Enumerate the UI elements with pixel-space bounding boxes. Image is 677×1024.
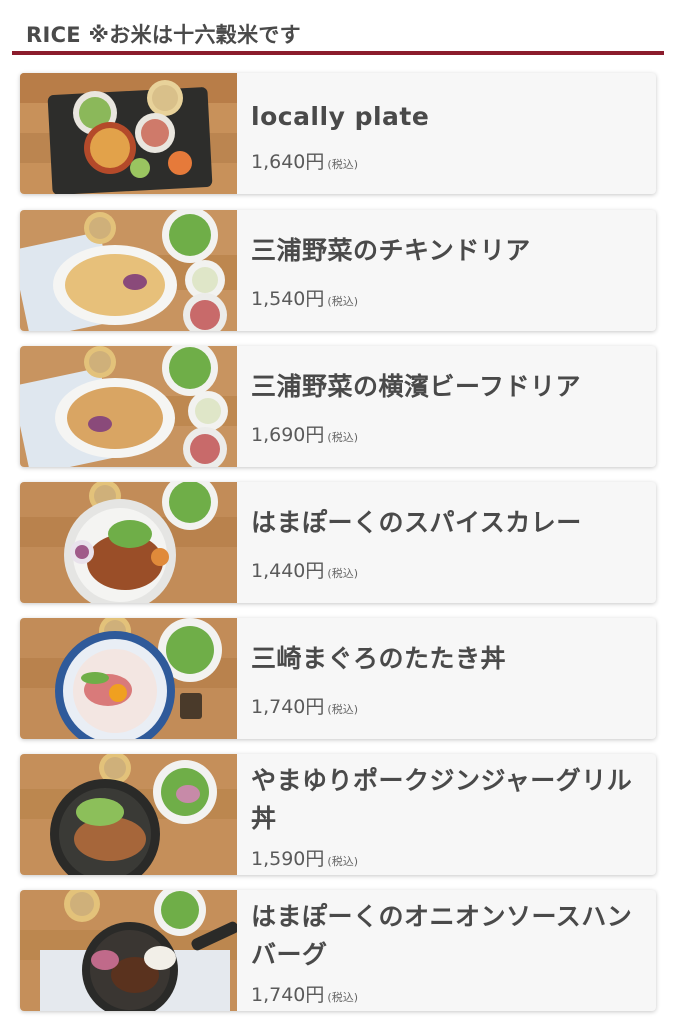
tax-included-label: (税込) — [327, 855, 358, 868]
menu-item-name[interactable]: やまゆりポークジンジャーグリル丼 — [251, 762, 644, 838]
menu-item-name[interactable]: 三崎まぐろのたたき丼 — [251, 640, 644, 678]
menu-item-card[interactable]: 三浦野菜のチキンドリア 1,540円 (税込) — [20, 210, 656, 331]
menu-item-card[interactable]: 三崎まぐろのたたき丼 1,740円 (税込) — [20, 618, 656, 739]
menu-item-price-row: 1,540円 (税込) — [251, 284, 358, 311]
chicken-doria-photo[interactable] — [20, 210, 237, 331]
menu-item-card[interactable]: locally plate 1,640円 (税込) — [20, 73, 656, 194]
tax-included-label: (税込) — [327, 567, 358, 580]
tax-included-label: (税込) — [327, 991, 358, 1004]
menu-item-card[interactable]: やまゆりポークジンジャーグリル丼 1,590円 (税込) — [20, 754, 656, 875]
menu-item-price: 1,440円 — [251, 560, 325, 582]
tax-included-label: (税込) — [327, 431, 358, 444]
menu-item-price: 1,640円 — [251, 151, 325, 173]
spice-curry-photo[interactable] — [20, 482, 237, 603]
pork-ginger-bowl-photo[interactable] — [20, 754, 237, 875]
menu-item-name[interactable]: 三浦野菜のチキンドリア — [251, 232, 644, 270]
menu-item-name[interactable]: はまぽーくのスパイスカレー — [251, 504, 644, 542]
menu-item-price-row: 1,440円 (税込) — [251, 556, 358, 583]
tax-included-label: (税込) — [327, 158, 358, 171]
section-header: RICE ※お米は十六穀米です — [12, 18, 664, 55]
beef-doria-photo[interactable] — [20, 346, 237, 467]
menu-item-price-row: 1,740円 (税込) — [251, 692, 358, 719]
section-title: RICE ※お米は十六穀米です — [26, 23, 301, 47]
locally-plate-photo[interactable] — [20, 73, 237, 194]
menu-item-price-row: 1,640円 (税込) — [251, 147, 358, 174]
menu-item-price-row: 1,740円 (税込) — [251, 980, 358, 1007]
menu-item-price: 1,740円 — [251, 984, 325, 1006]
menu-item-card[interactable]: はまぽーくのオニオンソースハンバーグ 1,740円 (税込) — [20, 890, 656, 1011]
menu-item-card[interactable]: 三浦野菜の横濱ビーフドリア 1,690円 (税込) — [20, 346, 656, 467]
menu-item-price-row: 1,590円 (税込) — [251, 844, 358, 871]
menu-item-name[interactable]: はまぽーくのオニオンソースハンバーグ — [251, 898, 644, 974]
menu-item-price: 1,540円 — [251, 288, 325, 310]
menu-item-price: 1,740円 — [251, 696, 325, 718]
menu-item-price: 1,690円 — [251, 424, 325, 446]
tax-included-label: (税込) — [327, 703, 358, 716]
tax-included-label: (税込) — [327, 295, 358, 308]
hamburg-steak-photo[interactable] — [20, 890, 237, 1011]
menu-item-card[interactable]: はまぽーくのスパイスカレー 1,440円 (税込) — [20, 482, 656, 603]
menu-item-name[interactable]: locally plate — [251, 98, 644, 136]
menu-item-price: 1,590円 — [251, 848, 325, 870]
tuna-tataki-bowl-photo[interactable] — [20, 618, 237, 739]
menu-item-price-row: 1,690円 (税込) — [251, 420, 358, 447]
menu-item-name[interactable]: 三浦野菜の横濱ビーフドリア — [251, 368, 644, 406]
